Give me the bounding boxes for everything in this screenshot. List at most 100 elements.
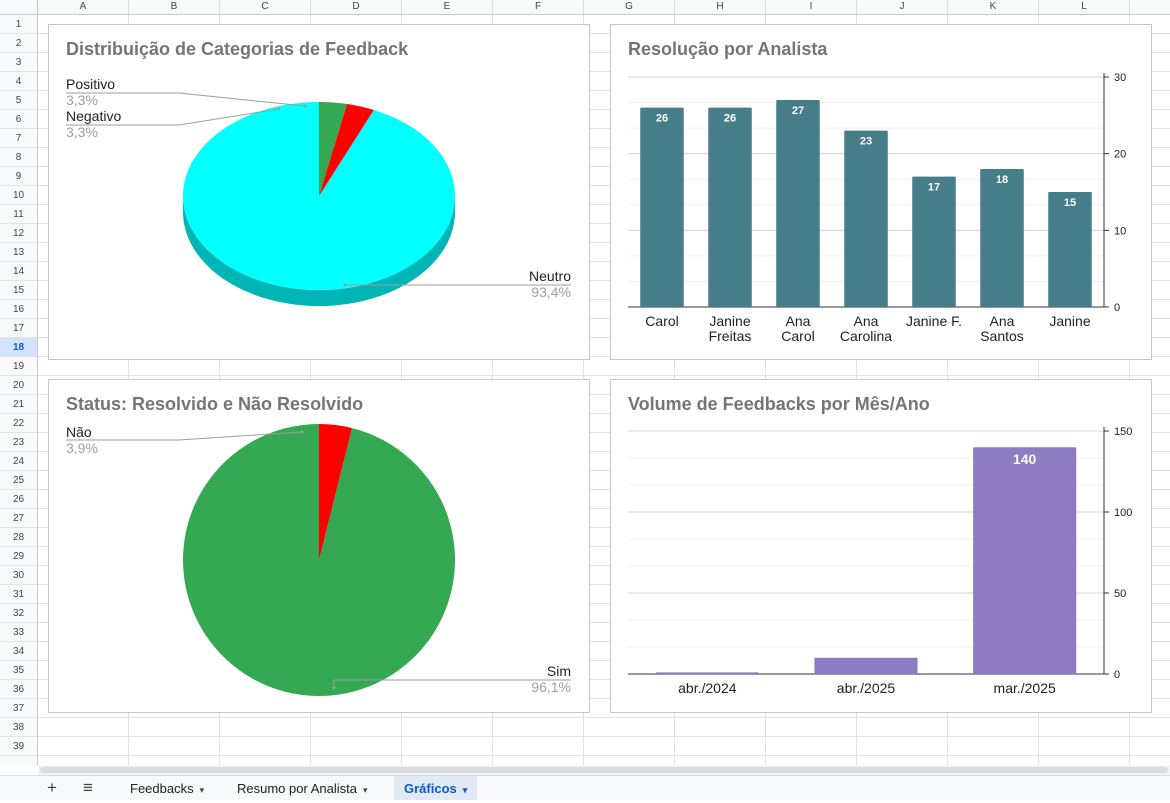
row-header-30[interactable]: 30	[0, 566, 37, 585]
row-header-9[interactable]: 9	[0, 167, 37, 186]
row-header-8[interactable]: 8	[0, 148, 37, 167]
row-header-19[interactable]: 19	[0, 357, 37, 376]
tab-label: Gráficos	[404, 781, 457, 796]
pie-slice-sim	[182, 424, 455, 696]
tab-feedbacks[interactable]: Feedbacks ▾	[120, 776, 214, 800]
row-header-6[interactable]: 6	[0, 110, 37, 129]
tab-resumo-por-analista[interactable]: Resumo por Analista ▾	[227, 776, 377, 800]
chart-status-resolved[interactable]: Status: Resolvido e Não Resolvido Sim 96,…	[48, 379, 590, 713]
row-header-20[interactable]: 20	[0, 376, 37, 395]
row-header-bar: 1 2 3 4 5 6 7 8 9 10 11 12 13 14 15 16 17 18 19 20 21 22 23 24 2…	[0, 15, 38, 765]
row-header-2[interactable]: 2	[0, 34, 37, 53]
bar-ana-carol	[776, 100, 820, 307]
row-header-7[interactable]: 7	[0, 129, 37, 148]
row-header-3[interactable]: 3	[0, 53, 37, 72]
pie-chart-status: Sim96,1% Não3,9%	[66, 424, 571, 696]
row-header-29[interactable]: 29	[0, 547, 37, 566]
row-header-33[interactable]: 33	[0, 623, 37, 642]
all-sheets-button[interactable]: ≡	[76, 778, 100, 798]
x-tick-label: Ana	[854, 313, 879, 329]
x-tick-label: Ana	[990, 313, 1015, 329]
tab-graficos[interactable]: Gráficos ▾	[394, 776, 478, 800]
chevron-down-icon[interactable]: ▾	[363, 785, 368, 795]
row-header-16[interactable]: 16	[0, 300, 37, 319]
row-header-31[interactable]: 31	[0, 585, 37, 604]
x-tick-label: Carolina	[840, 328, 892, 344]
row-header-27[interactable]: 27	[0, 509, 37, 528]
grid-line	[38, 717, 1170, 718]
row-header-1[interactable]: 1	[0, 15, 37, 34]
bar-janine-freitas	[708, 107, 752, 308]
row-header-5[interactable]: 5	[0, 91, 37, 110]
data-label-janine-freitas: 26	[724, 113, 736, 125]
column-header-i[interactable]: I	[766, 0, 857, 14]
row-header-14[interactable]: 14	[0, 262, 37, 281]
column-header-b[interactable]: B	[129, 0, 220, 14]
row-header-15[interactable]: 15	[0, 281, 37, 300]
pie-label-neutro: Neutro	[529, 268, 571, 284]
row-header-18[interactable]: 18	[0, 338, 37, 357]
data-label-mar-2025: 140	[1013, 451, 1037, 467]
row-header-24[interactable]: 24	[0, 452, 37, 471]
row-header-23[interactable]: 23	[0, 433, 37, 452]
column-header-c[interactable]: C	[220, 0, 311, 14]
row-header-10[interactable]: 10	[0, 186, 37, 205]
select-all-corner[interactable]	[0, 0, 38, 15]
x-tick-label: Carol	[781, 328, 814, 344]
chart-feedback-volume[interactable]: Volume de Feedbacks por Mês/Ano 0 50 100 15…	[610, 379, 1152, 713]
tab-label: Resumo por Analista	[237, 781, 357, 796]
column-header-h[interactable]: H	[675, 0, 766, 14]
row-header-11[interactable]: 11	[0, 205, 37, 224]
horizontal-scrollbar[interactable]	[38, 765, 1170, 775]
y-tick-label: 0	[1114, 669, 1120, 681]
row-header-25[interactable]: 25	[0, 471, 37, 490]
column-header-k[interactable]: K	[948, 0, 1039, 14]
row-header-12[interactable]: 12	[0, 224, 37, 243]
row-header-35[interactable]: 35	[0, 661, 37, 680]
column-header-f[interactable]: F	[493, 0, 584, 14]
x-tick-label: abr./2025	[837, 680, 896, 696]
chart-feedback-categories[interactable]: Distribuição de Categorias de Feedback N…	[48, 24, 590, 360]
grid-line	[38, 736, 1170, 737]
chevron-down-icon[interactable]: ▾	[463, 785, 468, 795]
bar-carol	[640, 107, 684, 308]
x-tick-label: Freitas	[709, 328, 752, 344]
row-header-13[interactable]: 13	[0, 243, 37, 262]
row-header-17[interactable]: 17	[0, 319, 37, 338]
chevron-down-icon[interactable]: ▾	[200, 785, 205, 795]
bar-chart-volume: 0 50 100 150 abr./2024 abr./2025 140 mar./2025	[628, 426, 1132, 696]
data-label-ana-santos: 18	[996, 174, 1008, 186]
row-header-34[interactable]: 34	[0, 642, 37, 661]
row-header-38[interactable]: 38	[0, 718, 37, 737]
row-header-21[interactable]: 21	[0, 395, 37, 414]
pie-pct-positivo: 3,3%	[66, 92, 98, 108]
row-header-28[interactable]: 28	[0, 528, 37, 547]
row-header-22[interactable]: 22	[0, 414, 37, 433]
pie-pct-nao: 3,9%	[66, 440, 98, 456]
menu-icon: ≡	[83, 778, 93, 797]
row-header-26[interactable]: 26	[0, 490, 37, 509]
column-header-g[interactable]: G	[584, 0, 675, 14]
grid-line	[38, 375, 1170, 376]
column-header-e[interactable]: E	[402, 0, 493, 14]
column-header-l[interactable]: L	[1039, 0, 1130, 14]
row-header-36[interactable]: 36	[0, 680, 37, 699]
column-header-bar: ABCDEFGHIJKL	[38, 0, 1170, 15]
column-header-a[interactable]: A	[38, 0, 129, 14]
chart-resolution-by-analyst[interactable]: Resolução por Analista 0 10 20 30 26 Carol 26 J…	[610, 24, 1152, 360]
y-tick-label: 150	[1114, 426, 1132, 438]
data-label-ana-carolina: 23	[860, 136, 872, 148]
add-sheet-button[interactable]: +	[40, 778, 64, 798]
scrollbar-thumb[interactable]	[40, 767, 1168, 773]
spreadsheet-grid[interactable]: ABCDEFGHIJKL 1 2 3 4 5 6 7 8 9 10 11 12 13 14 15 16 17 18…	[0, 0, 1170, 766]
pie-pct-neutro: 93,4%	[531, 284, 571, 300]
row-header-32[interactable]: 32	[0, 604, 37, 623]
x-tick-label: mar./2025	[994, 680, 1056, 696]
row-header-4[interactable]: 4	[0, 72, 37, 91]
column-header-d[interactable]: D	[311, 0, 402, 14]
row-header-37[interactable]: 37	[0, 699, 37, 718]
column-header-j[interactable]: J	[857, 0, 948, 14]
x-tick-label: Janine F.	[906, 313, 962, 329]
pie-label-negativo: Negativo	[66, 108, 121, 124]
row-header-39[interactable]: 39	[0, 737, 37, 756]
